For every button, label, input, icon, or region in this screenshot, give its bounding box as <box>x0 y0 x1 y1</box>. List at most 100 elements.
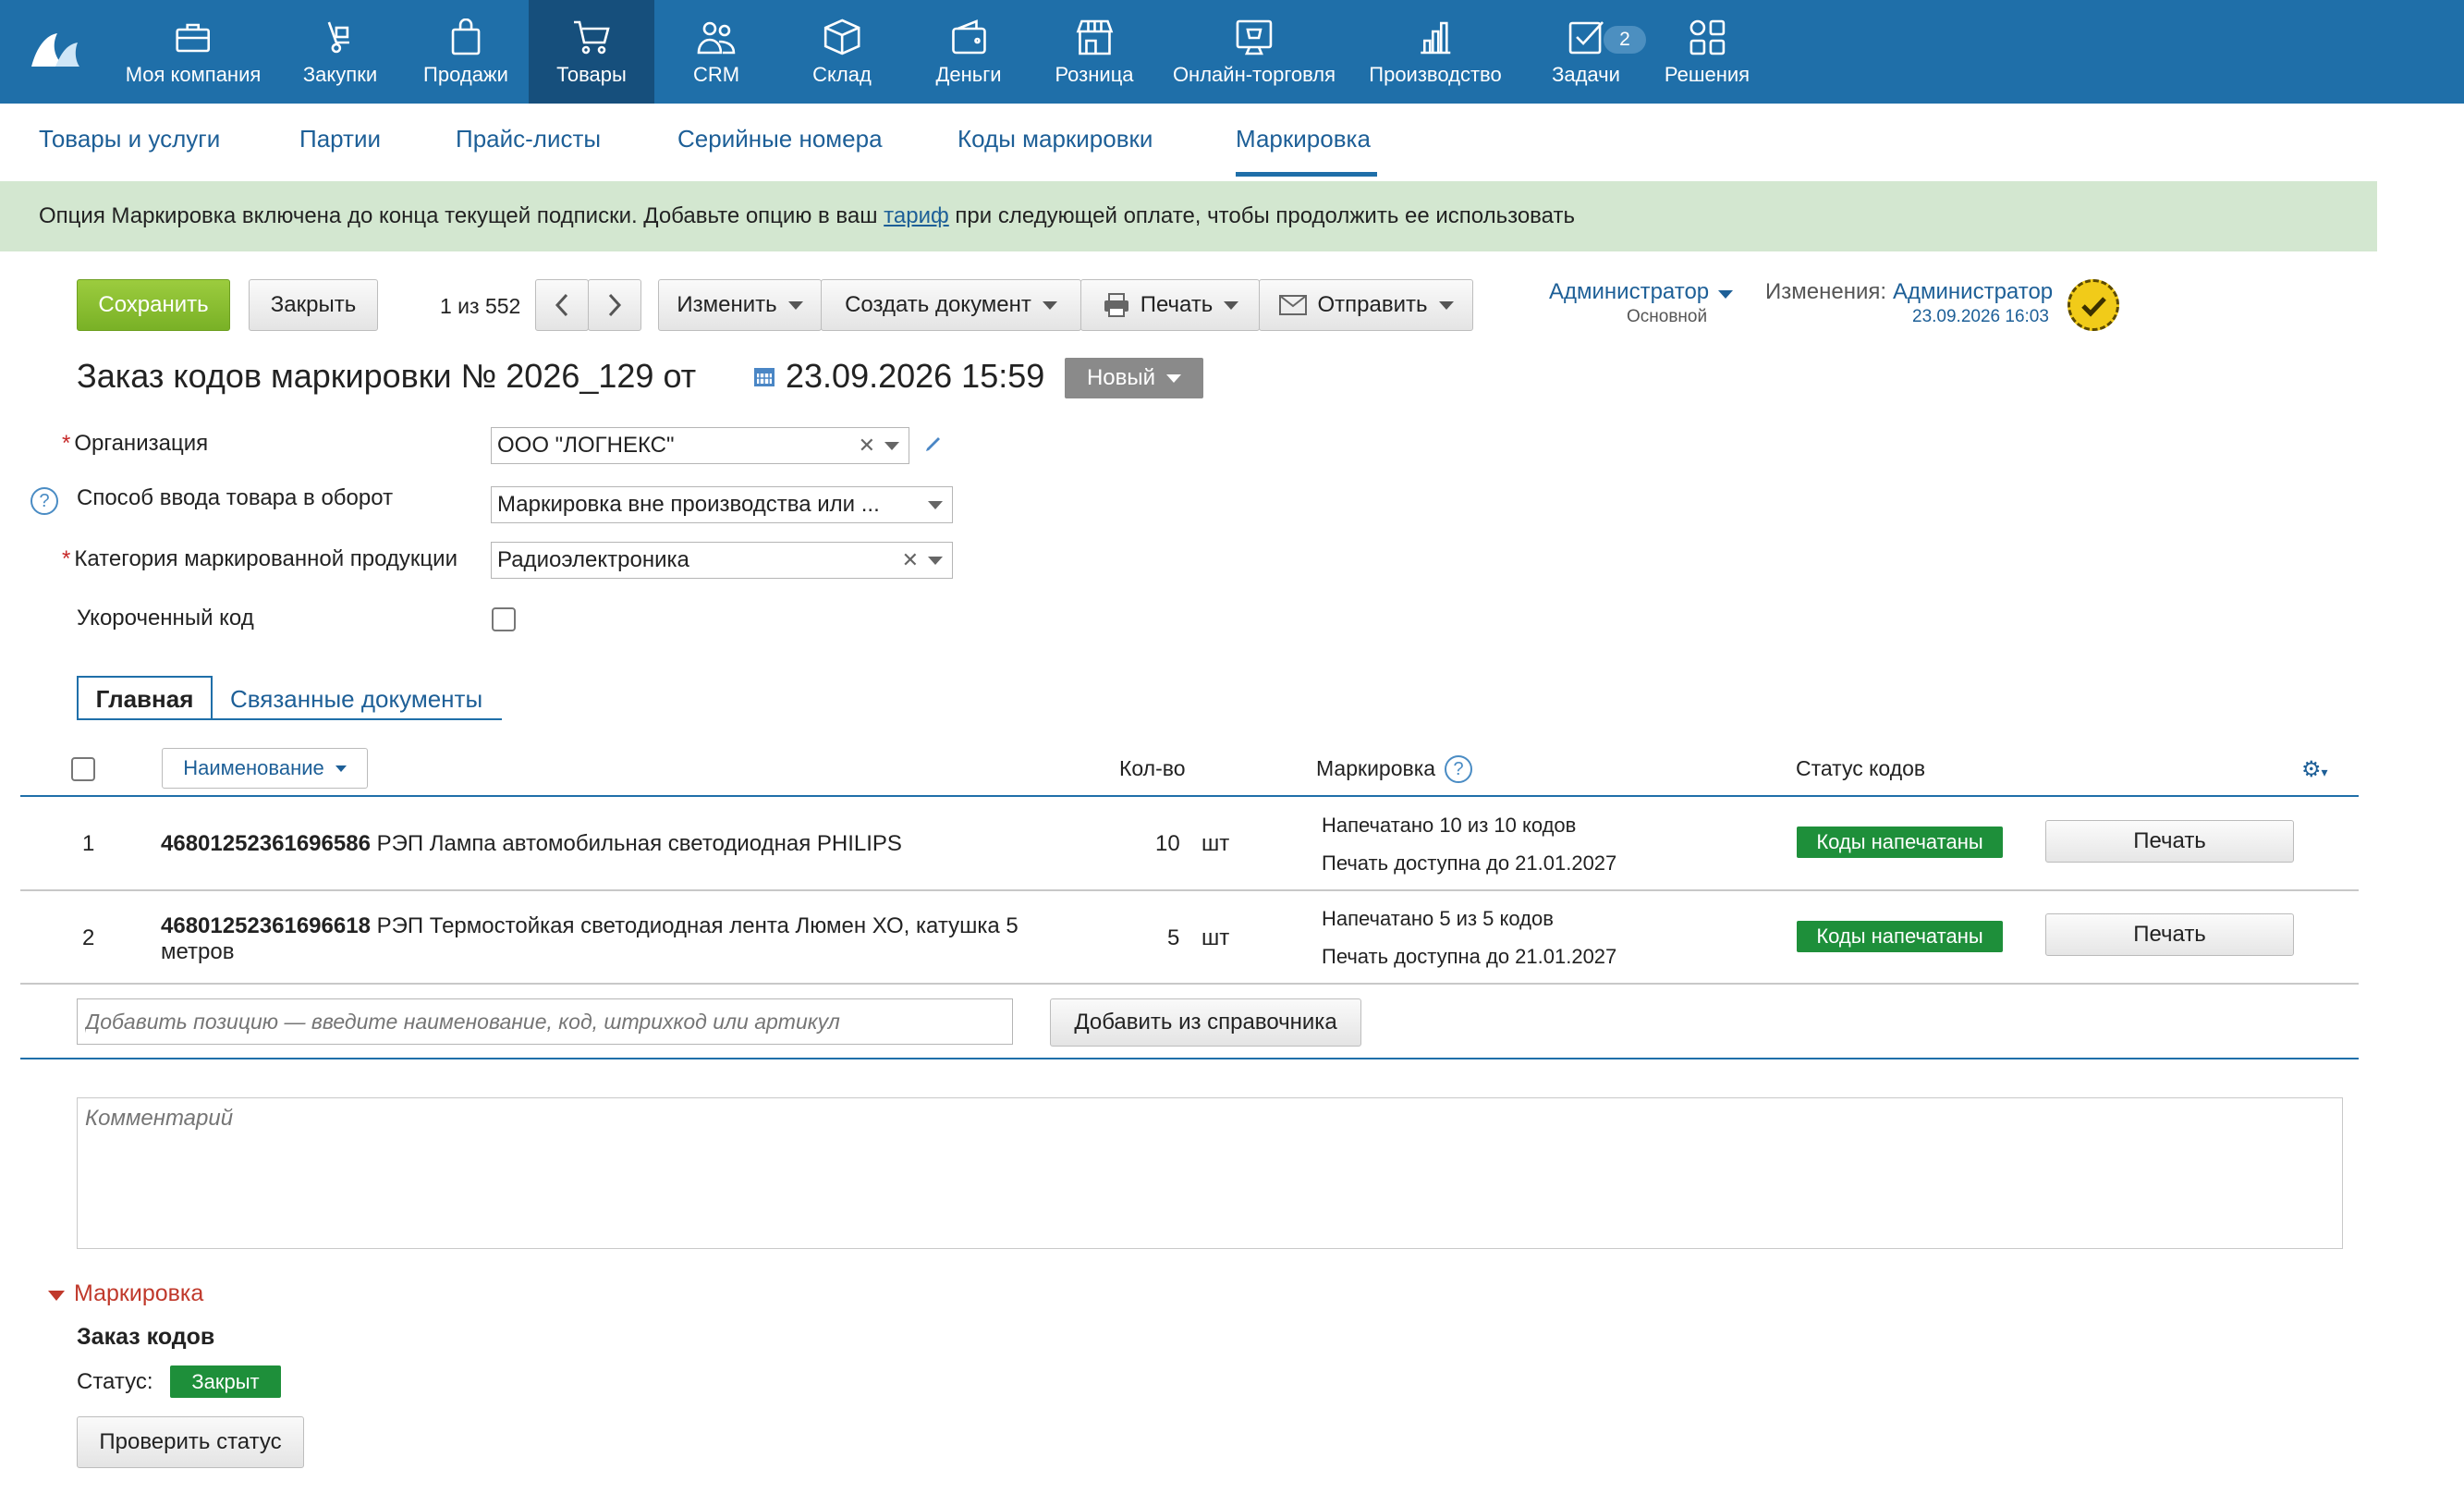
caret-down-icon[interactable] <box>928 501 943 509</box>
row-number: 2 <box>82 925 95 950</box>
qty-column-header: Кол-во <box>1119 756 1186 780</box>
clear-icon[interactable]: ✕ <box>902 548 919 572</box>
print-codes-button[interactable]: Печать <box>2045 913 2294 956</box>
status-column-header: Статус кодов <box>1796 756 1926 780</box>
next-button[interactable] <box>588 279 641 331</box>
quantity[interactable]: 5 <box>1167 925 1179 951</box>
select-all-checkbox[interactable] <box>71 757 95 781</box>
briefcase-icon <box>170 17 216 57</box>
row-divider <box>20 983 2359 985</box>
edit-pencil-icon[interactable] <box>922 433 945 459</box>
bar-chart-icon <box>1412 17 1458 57</box>
nav-retail[interactable]: Розница <box>1042 0 1146 104</box>
tab-marking-codes[interactable]: Коды маркировки <box>958 125 1153 153</box>
nav-money[interactable]: Деньги <box>922 0 1014 104</box>
logo[interactable] <box>28 28 83 70</box>
organization-select[interactable]: ООО "ЛОГНЕКС" ✕ <box>491 427 909 464</box>
caret-down-icon <box>1718 290 1734 299</box>
caret-down-icon <box>1224 300 1239 310</box>
row-number: 1 <box>82 831 95 856</box>
comment-textarea[interactable] <box>77 1097 2343 1249</box>
product-name[interactable]: 46801252361696586 РЭП Лампа автомобильна… <box>161 831 1076 857</box>
marking-available: Печать доступна до 21.01.2027 <box>1322 851 1617 875</box>
store-icon <box>1071 17 1117 57</box>
tasks-count-badge: 2 <box>1604 26 1646 54</box>
caret-down-icon[interactable] <box>884 442 899 450</box>
short-code-label: Укороченный код <box>77 606 254 631</box>
caret-down-icon <box>1438 300 1454 310</box>
marking-printed: Напечатано 5 из 5 кодов <box>1322 907 1554 930</box>
help-icon[interactable]: ? <box>30 487 58 515</box>
changes-label: Изменения: <box>1765 279 1887 304</box>
marking-available: Печать доступна до 21.01.2027 <box>1322 945 1617 968</box>
changes-user-link[interactable]: Администратор <box>1893 279 2053 305</box>
category-select[interactable]: Радиоэлектроника ✕ <box>491 542 953 579</box>
table-header-divider <box>20 795 2359 797</box>
tab-price-lists[interactable]: Прайс-листы <box>456 125 601 153</box>
create-document-dropdown-button[interactable]: Создать документ <box>821 279 1081 331</box>
status-badge: Коды напечатаны <box>1797 827 2003 858</box>
nav-online-trade[interactable]: Онлайн-торговля <box>1160 0 1348 104</box>
nav-sales[interactable]: Продажи <box>410 0 521 104</box>
status-label: Статус: <box>77 1369 153 1394</box>
nav-crm[interactable]: CRM <box>680 0 752 104</box>
nav-my-company[interactable]: Моя компания <box>113 0 274 104</box>
code-order-heading: Заказ кодов <box>77 1324 215 1350</box>
nav-purchases[interactable]: Закупки <box>290 0 390 104</box>
subscription-notice: Опция Маркировка включена до конца текущ… <box>0 181 2377 251</box>
check-status-button[interactable]: Проверить статус <box>77 1416 304 1468</box>
name-column-sort[interactable]: Наименование <box>162 748 368 789</box>
print-codes-button[interactable]: Печать <box>2045 820 2294 863</box>
marking-section-toggle[interactable]: Маркировка <box>74 1280 203 1307</box>
short-code-checkbox[interactable] <box>492 607 516 631</box>
prev-button[interactable] <box>535 279 589 331</box>
row-divider <box>20 889 2359 891</box>
order-status-badge: Закрыт <box>170 1365 281 1398</box>
nav-products[interactable]: Товары <box>529 0 654 104</box>
tab-batches[interactable]: Партии <box>299 125 381 153</box>
status-dropdown[interactable]: Новый <box>1065 358 1203 398</box>
user-avatar-icon[interactable] <box>2068 279 2119 331</box>
nav-solutions[interactable]: Решения <box>1652 0 1763 104</box>
tariff-link[interactable]: тариф <box>884 203 949 228</box>
nav-production[interactable]: Производство <box>1356 0 1514 104</box>
gear-icon[interactable]: ⚙▾ <box>2301 756 2328 783</box>
marking-column-header: Маркировка <box>1316 756 1436 780</box>
online-store-icon <box>1231 17 1277 57</box>
unit: шт <box>1202 831 1230 856</box>
document-date[interactable]: 23.09.2026 15:59 <box>786 357 1044 396</box>
category-label: * Категория маркированной продукции <box>62 546 457 571</box>
save-button[interactable]: Сохранить <box>77 279 230 331</box>
wallet-icon <box>945 17 992 57</box>
tab-related-documents[interactable]: Связанные документы <box>230 685 482 714</box>
product-name[interactable]: 46801252361696618 РЭП Термостойкая свето… <box>161 913 1076 965</box>
changes-date: 23.09.2026 16:03 <box>1912 307 2049 326</box>
clear-icon[interactable]: ✕ <box>859 434 875 458</box>
nav-warehouse[interactable]: Склад <box>799 0 884 104</box>
close-button[interactable]: Закрыть <box>249 279 378 331</box>
subtabs-underline <box>77 718 502 720</box>
calendar-icon[interactable] <box>752 364 776 388</box>
shopping-bag-icon <box>443 17 489 57</box>
tab-products-services[interactable]: Товары и услуги <box>39 125 220 153</box>
tab-marking[interactable]: Маркировка <box>1236 125 1371 153</box>
add-position-input[interactable] <box>77 998 1013 1045</box>
entry-method-select[interactable]: Маркировка вне производства или ... <box>491 486 953 523</box>
printer-icon <box>1104 293 1128 317</box>
send-dropdown-button[interactable]: Отправить <box>1259 279 1473 331</box>
print-dropdown-button[interactable]: Печать <box>1080 279 1260 331</box>
quantity[interactable]: 10 <box>1155 831 1180 857</box>
add-from-reference-button[interactable]: Добавить из справочника <box>1050 998 1361 1047</box>
triangle-down-icon[interactable] <box>48 1291 65 1301</box>
help-icon[interactable]: ? <box>1445 755 1472 783</box>
box-icon <box>819 17 865 57</box>
caret-down-icon[interactable] <box>928 557 943 565</box>
owner-dropdown[interactable]: Администратор <box>1549 279 1734 305</box>
tab-serial-numbers[interactable]: Серийные номера <box>677 125 883 153</box>
tab-main[interactable]: Главная <box>77 676 213 720</box>
status-badge: Коды напечатаны <box>1797 921 2003 952</box>
unit: шт <box>1202 925 1230 950</box>
edit-dropdown-button[interactable]: Изменить <box>658 279 822 331</box>
caret-down-icon <box>1042 300 1057 310</box>
table-footer-divider <box>20 1058 2359 1059</box>
